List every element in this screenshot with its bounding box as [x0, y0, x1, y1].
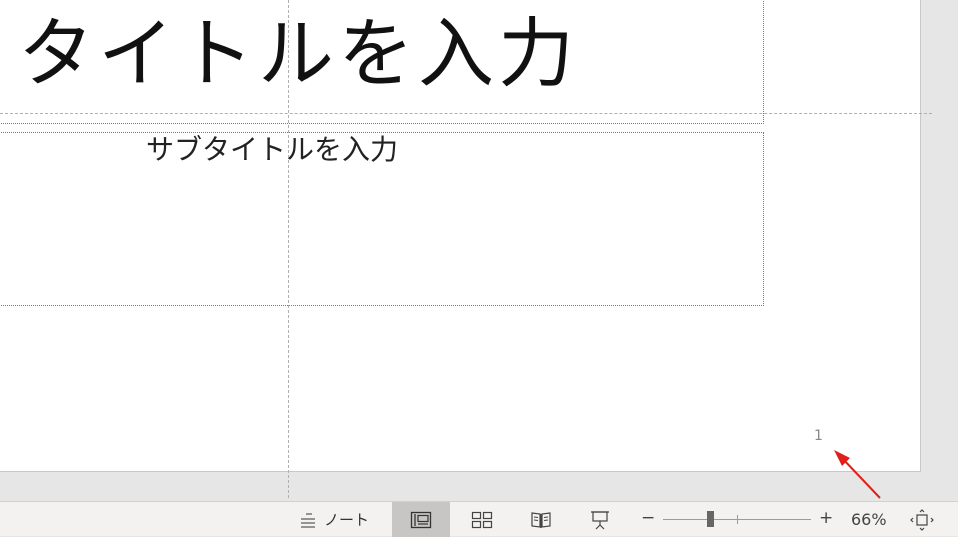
- fit-to-window-button[interactable]: [909, 508, 935, 532]
- slide-sorter-view-button[interactable]: [453, 502, 511, 537]
- reading-view-icon: [531, 511, 551, 528]
- slide-show-view-button[interactable]: [571, 502, 629, 537]
- zoom-slider-center-tick: [737, 515, 738, 524]
- zoom-out-button[interactable]: −: [641, 508, 655, 528]
- zoom-level[interactable]: 66%: [851, 510, 887, 529]
- notes-label: ノート: [324, 511, 370, 529]
- zoom-slider-thumb[interactable]: [707, 511, 714, 527]
- slide-canvas-area[interactable]: タイトルを入力 サブタイトルを入力 1: [0, 0, 958, 501]
- fit-to-window-icon: [910, 509, 934, 531]
- notes-button[interactable]: ノート: [292, 502, 375, 537]
- reading-view-button[interactable]: [512, 502, 570, 537]
- slide-sorter-icon: [471, 511, 493, 528]
- slide-show-icon: [591, 510, 609, 529]
- normal-view-button[interactable]: [392, 502, 450, 537]
- annotation-arrow: [834, 450, 881, 499]
- status-bar: ノート − + 66%: [0, 501, 958, 537]
- zoom-in-button[interactable]: +: [819, 508, 833, 528]
- normal-view-icon: [410, 511, 432, 528]
- notes-icon: [301, 512, 315, 528]
